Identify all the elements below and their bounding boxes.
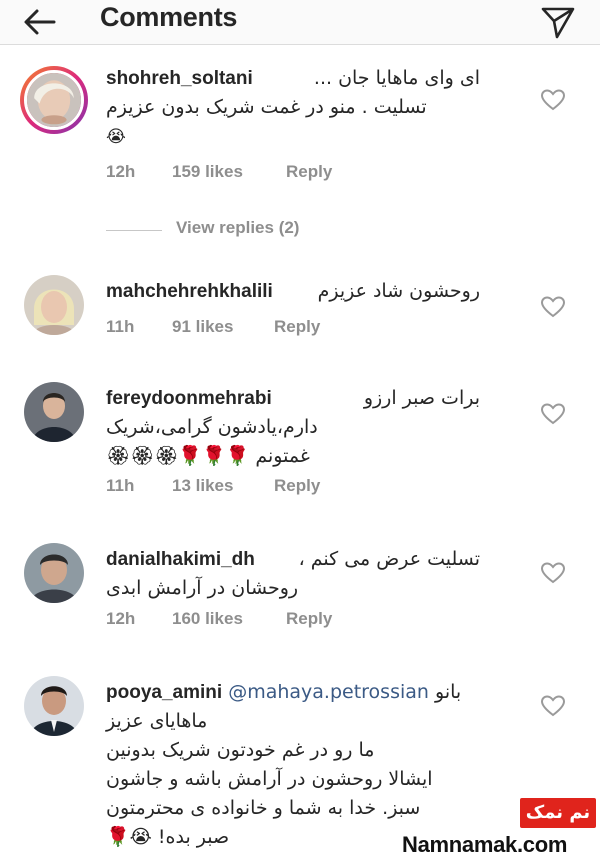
comment-text: تسلیت . منو در غمت شریک بدون عزیزم bbox=[106, 96, 427, 118]
comment-meta: 11h 13 likes Reply bbox=[106, 476, 320, 496]
view-replies-label: View replies (2) bbox=[176, 218, 300, 237]
avatar[interactable] bbox=[24, 382, 84, 442]
comment-text: سبز. خدا به شما و خانواده ی محترمتون bbox=[106, 797, 421, 819]
comment-time: 12h bbox=[106, 162, 136, 181]
comment-username[interactable]: danialhakimi_dh bbox=[106, 545, 255, 574]
comment-text: بانو bbox=[435, 681, 462, 703]
comment-text: ای وای ماهایا جان ... bbox=[313, 67, 480, 89]
watermark-badge: نم نمک bbox=[520, 798, 596, 828]
comment-meta: 11h 91 likes Reply bbox=[106, 317, 320, 337]
avatar[interactable] bbox=[24, 275, 84, 335]
paper-plane-icon[interactable] bbox=[540, 4, 576, 40]
likes-count[interactable]: 159 likes bbox=[172, 162, 286, 182]
top-bar: Comments bbox=[0, 0, 600, 45]
comment-meta: 12h 160 likes Reply bbox=[106, 609, 332, 629]
comment-text: تسلیت عرض می کنم ، bbox=[298, 548, 480, 570]
likes-count[interactable]: 91 likes bbox=[172, 317, 274, 337]
page-title: Comments bbox=[100, 2, 238, 32]
comment-time: 11h bbox=[106, 317, 135, 336]
heart-icon[interactable] bbox=[540, 402, 566, 426]
avatar[interactable] bbox=[20, 66, 88, 134]
comment-text: غمتونم 🌹🌹🌹🏵🏵🏵 bbox=[106, 445, 310, 467]
comment-text: ما رو در غم خودتون شریک بدونین bbox=[106, 739, 375, 761]
comment-text: ایشالا روحشون در آرامش باشه و جاشون bbox=[106, 768, 433, 790]
comment-text: روحشان در آرامش ابدی bbox=[106, 577, 299, 599]
likes-count[interactable]: 160 likes bbox=[172, 609, 286, 629]
comment-text: دارم،یادشون گرامی،شریک bbox=[106, 416, 318, 438]
watermark-site: Namnamak.com bbox=[402, 832, 568, 857]
reply-button[interactable]: Reply bbox=[274, 476, 320, 496]
arrow-left-icon[interactable] bbox=[22, 6, 58, 38]
avatar[interactable] bbox=[24, 543, 84, 603]
comment-text: روحشون شاد عزیزم bbox=[317, 280, 480, 302]
reply-button[interactable]: Reply bbox=[286, 609, 332, 629]
comment-text: برات صبر ارزو bbox=[363, 387, 480, 409]
comment-username[interactable]: pooya_amini bbox=[106, 682, 222, 703]
reply-button[interactable]: Reply bbox=[286, 162, 332, 182]
comment-text: 😭 bbox=[106, 127, 126, 147]
comment-time: 12h bbox=[106, 609, 136, 628]
avatar[interactable] bbox=[24, 676, 84, 736]
comment-text: ماهایای عزیز bbox=[106, 710, 208, 732]
comment-time: 11h bbox=[106, 476, 135, 495]
divider bbox=[106, 230, 162, 231]
heart-icon[interactable] bbox=[540, 295, 566, 319]
view-replies-link[interactable]: View replies (2) bbox=[106, 218, 366, 244]
heart-icon[interactable] bbox=[540, 88, 566, 112]
heart-icon[interactable] bbox=[540, 694, 566, 718]
comment-meta: 12h 159 likes Reply bbox=[106, 162, 332, 182]
comment-username[interactable]: shohreh_soltani bbox=[106, 64, 253, 93]
reply-button[interactable]: Reply bbox=[274, 317, 320, 337]
comment-username[interactable]: mahchehrehkhalili bbox=[106, 277, 273, 306]
likes-count[interactable]: 13 likes bbox=[172, 476, 274, 496]
mention-link[interactable]: @mahaya.petrossian bbox=[228, 681, 429, 703]
comment-username[interactable]: fereydoonmehrabi bbox=[106, 384, 272, 413]
heart-icon[interactable] bbox=[540, 561, 566, 585]
